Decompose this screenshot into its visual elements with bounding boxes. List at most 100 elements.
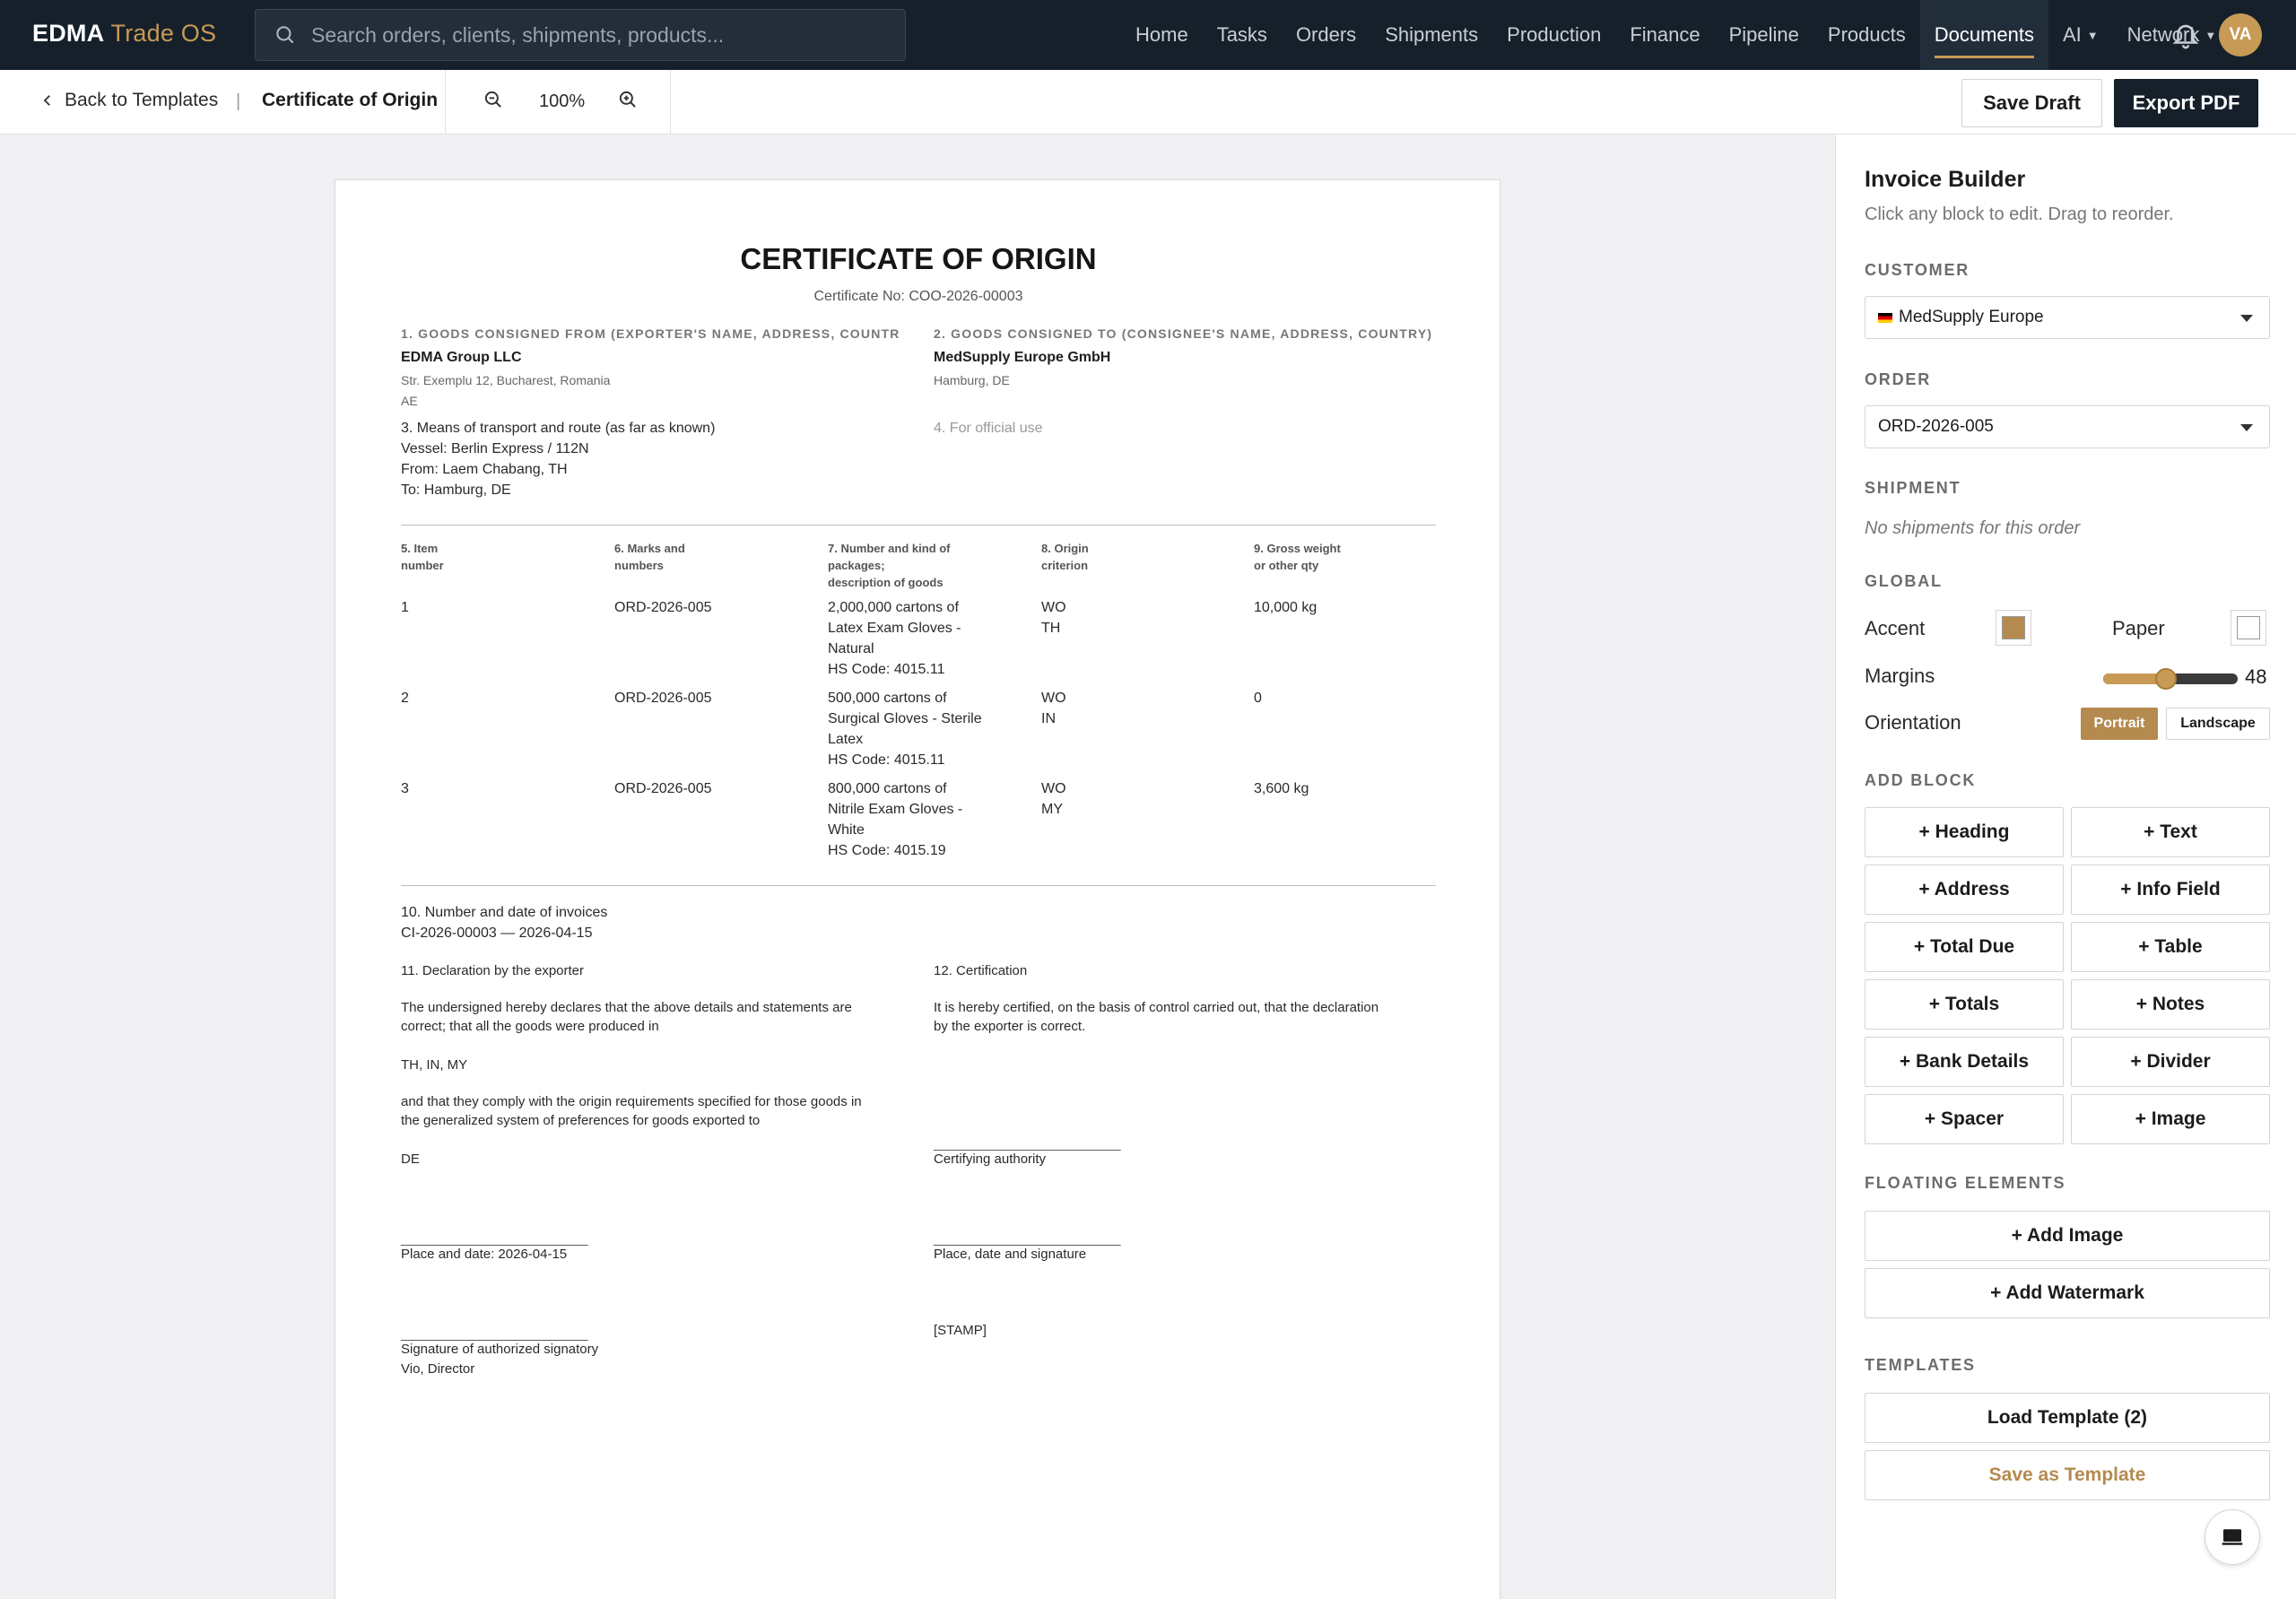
official-use-label: 4. For official use [934,421,1043,436]
shipment-section-label: SHIPMENT [1865,479,1961,497]
add-totals-button[interactable]: + Totals [1865,979,2064,1030]
load-template-button[interactable]: Load Template (2) [1865,1393,2270,1443]
margins-slider[interactable] [2103,668,2238,690]
nav-orders[interactable]: Orders [1282,0,1370,70]
consignee-name[interactable]: MedSupply Europe GmbH [934,347,1110,368]
zoom-in-icon[interactable] [616,88,639,111]
nav-home[interactable]: Home [1121,0,1203,70]
stamp-placeholder[interactable]: [STAMP] [934,1320,987,1341]
user-avatar[interactable]: VA [2219,13,2262,56]
add-heading-button[interactable]: + Heading [1865,807,2064,857]
invoices-value[interactable]: CI-2026-00003 — 2026-04-15 [401,923,592,943]
accent-color-swatch[interactable] [1996,610,2031,646]
row-3-origin[interactable]: WO MY [1041,778,1066,820]
row-3-description[interactable]: 800,000 cartons of Nitrile Exam Gloves - W… [828,778,962,861]
declaration-text-1[interactable]: The undersigned hereby declares that the… [401,998,852,1036]
caret-down-icon: ▼ [2205,28,2217,42]
certificate-number[interactable]: Certificate No: COO-2026-00003 [335,286,1501,307]
orientation-label: Orientation [1865,711,1961,734]
row-2-origin[interactable]: WO IN [1041,688,1066,729]
paper-color-swatch[interactable] [2231,610,2266,646]
transport-vessel[interactable]: Vessel: Berlin Express / 112N [401,439,589,459]
add-bank-details-button[interactable]: + Bank Details [1865,1037,2064,1087]
add-info-field-button[interactable]: + Info Field [2071,865,2270,915]
back-to-templates-link[interactable]: Back to Templates [39,90,218,111]
add-table-button[interactable]: + Table [2071,922,2270,972]
add-watermark-button[interactable]: + Add Watermark [1865,1268,2270,1318]
nav-shipments[interactable]: Shipments [1370,0,1492,70]
signatory-label: Signature of authorized signatory [401,1342,599,1357]
place-and-date[interactable]: Place and date: 2026-04-15 [401,1244,567,1264]
templates-section-label: TEMPLATES [1865,1356,1976,1374]
row-3-marks[interactable]: ORD-2026-005 [614,778,712,799]
bell-icon[interactable] [2170,20,2201,50]
landscape-button[interactable]: Landscape [2166,708,2270,740]
customer-select[interactable]: MedSupply Europe [1865,296,2270,339]
save-draft-button[interactable]: Save Draft [1961,79,2102,127]
add-total-due-button[interactable]: + Total Due [1865,922,2064,972]
row-1-item[interactable]: 1 [401,597,409,618]
nav-tasks[interactable]: Tasks [1203,0,1282,70]
accent-color-fill [2002,616,2025,639]
certification-text[interactable]: It is hereby certified, on the basis of … [934,998,1378,1036]
export-pdf-button[interactable]: Export PDF [2114,79,2258,127]
desc-line: HS Code: 4015.11 [828,752,945,768]
nav-ai[interactable]: AI ▼ [2048,0,2113,70]
add-divider-button[interactable]: + Divider [2071,1037,2270,1087]
nav-finance[interactable]: Finance [1615,0,1714,70]
chat-launcher[interactable] [2205,1509,2260,1565]
consignee-address[interactable]: Hamburg, DE [934,370,1010,391]
row-3-item[interactable]: 3 [401,778,409,799]
save-as-template-button[interactable]: Save as Template [1865,1450,2270,1500]
nav-production[interactable]: Production [1492,0,1615,70]
global-search[interactable] [255,9,906,61]
header-line: 7. Number and kind of [828,542,951,555]
declaration-label: 11. Declaration by the exporter [401,963,585,978]
origin-line: WO [1041,781,1066,796]
document-canvas[interactable]: CERTIFICATE OF ORIGIN Certificate No: CO… [335,179,1500,1599]
row-2-description[interactable]: 500,000 cartons of Surgical Gloves - Ster… [828,688,982,770]
nav-products[interactable]: Products [1813,0,1920,70]
divider [401,525,1436,526]
add-notes-button[interactable]: + Notes [2071,979,2270,1030]
brand-logo[interactable]: EDMA Trade OS [32,20,216,48]
header-line: 9. Gross weight [1254,542,1341,555]
add-address-button[interactable]: + Address [1865,865,2064,915]
desc-line: HS Code: 4015.11 [828,662,945,677]
add-text-button[interactable]: + Text [2071,807,2270,857]
transport-to[interactable]: To: Hamburg, DE [401,480,511,500]
add-floating-image-button[interactable]: + Add Image [1865,1211,2270,1261]
portrait-button[interactable]: Portrait [2081,708,2158,740]
row-2-marks[interactable]: ORD-2026-005 [614,688,712,708]
order-select[interactable]: ORD-2026-005 [1865,405,2270,448]
signatory-name[interactable]: Vio, Director [401,1359,474,1379]
nav-documents[interactable]: Documents [1919,0,2048,70]
header-line: 5. Item [401,542,439,555]
row-1-weight[interactable]: 10,000 kg [1254,597,1317,618]
declaration-text-2[interactable]: and that they comply with the origin req… [401,1092,862,1130]
row-2-weight[interactable]: 0 [1254,688,1262,708]
certificate-title[interactable]: CERTIFICATE OF ORIGIN [335,244,1501,274]
row-1-origin[interactable]: WO TH [1041,597,1066,639]
row-1-description[interactable]: 2,000,000 cartons of Latex Exam Gloves - N… [828,597,961,680]
search-input[interactable] [311,22,885,48]
text-line: The undersigned hereby declares that the… [401,1000,852,1015]
text-line: correct; that all the goods were produce… [401,1019,659,1034]
header-line: number [401,559,444,572]
row-2-item[interactable]: 2 [401,688,409,708]
place-date-signature: Place, date and signature [934,1247,1087,1262]
exporter-name[interactable]: EDMA Group LLC [401,347,522,368]
transport-from[interactable]: From: Laem Chabang, TH [401,459,568,480]
row-1-marks[interactable]: ORD-2026-005 [614,597,712,618]
exporter-address[interactable]: Str. Exemplu 12, Bucharest, Romania [401,370,610,391]
add-image-block-button[interactable]: + Image [2071,1094,2270,1144]
declaration-destination[interactable]: DE [401,1149,420,1169]
nav-pipeline[interactable]: Pipeline [1715,0,1813,70]
slider-handle[interactable] [2155,668,2177,690]
exporter-country[interactable]: AE [401,391,418,412]
zoom-out-icon[interactable] [482,88,505,111]
declaration-countries[interactable]: TH, IN, MY [401,1055,467,1075]
desc-line: Natural [828,641,874,656]
add-spacer-button[interactable]: + Spacer [1865,1094,2064,1144]
row-3-weight[interactable]: 3,600 kg [1254,778,1309,799]
